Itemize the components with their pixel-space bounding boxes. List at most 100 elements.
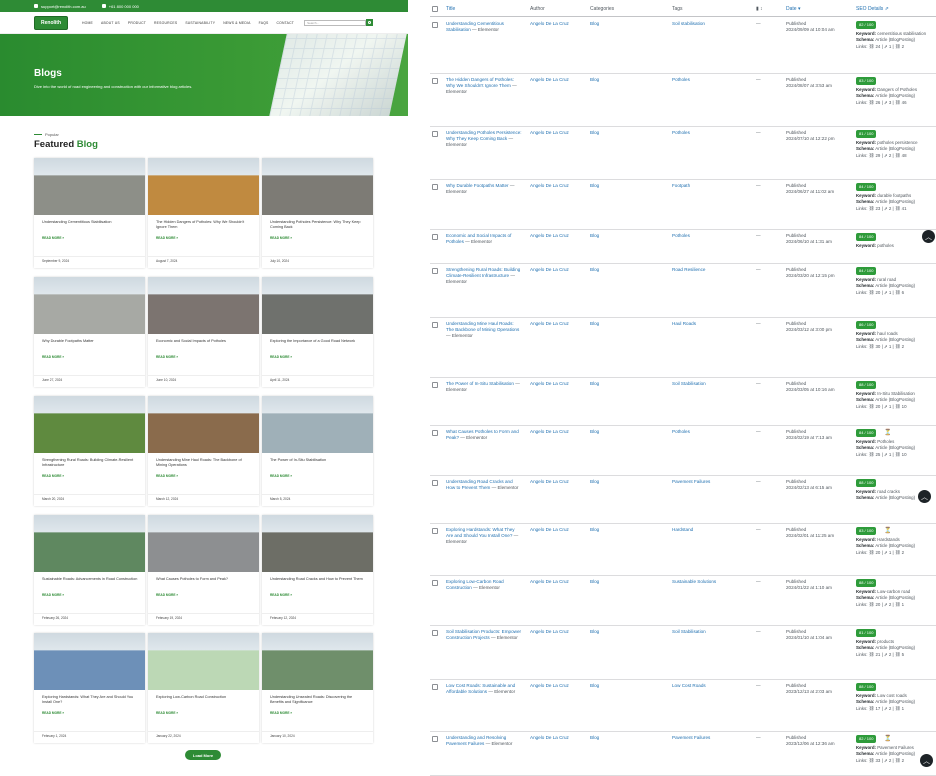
post-tag[interactable]: Pavement Failures [672, 735, 710, 740]
post-title[interactable]: Economic and Social Impacts of Potholes … [446, 233, 522, 245]
post-title[interactable]: Low Cost Roads: Sustainable and Affordab… [446, 683, 522, 695]
post-title[interactable]: Soil Stabilisation Products: Empower Con… [446, 629, 522, 641]
blog-card-image[interactable] [262, 277, 373, 334]
blog-card[interactable]: Understanding Unsealed Roads: Discoverin… [262, 633, 373, 743]
nav-item[interactable]: HOME [82, 21, 93, 25]
post-category[interactable]: Blog [590, 130, 599, 135]
row-checkbox[interactable] [432, 736, 438, 742]
read-more-link[interactable]: READ MORE » [270, 236, 292, 240]
post-author[interactable]: Angelo De La Cruz [530, 21, 569, 26]
blog-card[interactable]: Exploring Low-Carbon Road Construction RE… [148, 633, 259, 743]
seo-score-badge[interactable]: 83 / 100 [856, 527, 877, 535]
select-all-checkbox[interactable] [432, 6, 438, 12]
post-author[interactable]: Angelo De La Cruz [530, 130, 569, 135]
post-title-link[interactable]: Why Durable Footpaths Matter [446, 183, 509, 188]
blog-card-title[interactable]: What Causes Potholes to Form and Peak? [156, 577, 252, 582]
post-title[interactable]: Why Durable Footpaths Matter — Elementor [446, 183, 522, 195]
blog-card-image[interactable] [148, 515, 259, 572]
post-author[interactable]: Angelo De La Cruz [530, 267, 569, 272]
blog-card[interactable]: What Causes Potholes to Form and Peak? RE… [148, 515, 259, 625]
seo-score-badge[interactable]: 83 / 100 [856, 77, 877, 85]
post-tag[interactable]: Potholes [672, 429, 690, 434]
row-checkbox[interactable] [432, 430, 438, 436]
blog-card[interactable]: Exploring Hardstands: What They Are and … [34, 633, 145, 743]
load-more-button[interactable]: Load More [185, 750, 221, 760]
blog-card-image[interactable] [148, 158, 259, 215]
post-category[interactable]: Blog [590, 683, 599, 688]
blog-card-image[interactable] [262, 396, 373, 453]
post-category[interactable]: Blog [590, 629, 599, 634]
scroll-up-button[interactable]: ︿ [920, 754, 933, 767]
post-author[interactable]: Angelo De La Cruz [530, 579, 569, 584]
seo-score-badge[interactable]: 81 / 100 [856, 130, 877, 138]
search-input[interactable]: Search... [304, 19, 367, 26]
post-title[interactable]: Exploring Low-Carbon Road Construction —… [446, 579, 522, 591]
seo-score-badge[interactable]: 84 / 100 [856, 233, 877, 241]
post-author[interactable]: Angelo De La Cruz [530, 479, 569, 484]
scroll-up-button[interactable]: ︿ [922, 230, 935, 243]
blog-card-image[interactable] [148, 277, 259, 334]
post-tag[interactable]: Hardstand [672, 527, 693, 532]
post-tag[interactable]: Soil Stabilisation [672, 381, 706, 386]
post-category[interactable]: Blog [590, 479, 599, 484]
post-tag[interactable]: Sustainable Solutions [672, 579, 716, 584]
post-category[interactable]: Blog [590, 267, 599, 272]
blog-card-title[interactable]: Understanding Mine Haul Roads: The Backb… [156, 458, 252, 468]
blog-card-image[interactable] [34, 515, 145, 572]
read-more-link[interactable]: READ MORE » [42, 711, 64, 715]
post-title[interactable]: Strengthening Rural Roads: Building Clim… [446, 267, 522, 286]
post-category[interactable]: Blog [590, 381, 599, 386]
blog-card[interactable]: Understanding Cementitious Stabilisation… [34, 158, 145, 268]
post-title[interactable]: The Power of In-Situ Stabilisation — Ele… [446, 381, 522, 393]
nav-item[interactable]: FAQS [259, 21, 269, 25]
read-more-link[interactable]: READ MORE » [270, 593, 292, 597]
read-more-link[interactable]: READ MORE » [42, 474, 64, 478]
nav-item[interactable]: SUSTAINABILITY [185, 21, 215, 25]
post-author[interactable]: Angelo De La Cruz [530, 735, 569, 740]
post-category[interactable]: Blog [590, 321, 599, 326]
blog-card-title[interactable]: Economic and Social Impacts of Potholes [156, 339, 252, 344]
read-more-link[interactable]: READ MORE » [156, 711, 178, 715]
post-title[interactable]: What Causes Potholes to Form and Peak? —… [446, 429, 522, 441]
read-more-link[interactable]: READ MORE » [156, 593, 178, 597]
post-category[interactable]: Blog [590, 527, 599, 532]
post-category[interactable]: Blog [590, 735, 599, 740]
blog-card[interactable]: The Hidden Dangers of Potholes: Why We S… [148, 158, 259, 268]
post-title[interactable]: Understanding and Resolving Pavement Fai… [446, 735, 522, 747]
nav-item[interactable]: PRODUCT [128, 21, 146, 25]
seo-score-badge[interactable]: 86 / 100 [856, 321, 877, 329]
blog-card[interactable]: Strengthening Rural Roads: Building Clim… [34, 396, 145, 506]
post-category[interactable]: Blog [590, 21, 599, 26]
post-author[interactable]: Angelo De La Cruz [530, 683, 569, 688]
blog-card-image[interactable] [148, 396, 259, 453]
col-date[interactable]: Date ▾ [786, 6, 800, 12]
col-comments[interactable]: ▮ ↕ [756, 6, 763, 12]
post-author[interactable]: Angelo De La Cruz [530, 233, 569, 238]
row-checkbox[interactable] [432, 528, 438, 534]
row-checkbox[interactable] [432, 78, 438, 84]
blog-card[interactable]: Sustainable Roads: Advancements in Road … [34, 515, 145, 625]
post-tag[interactable]: Potholes [672, 77, 690, 82]
blog-card-title[interactable]: Strengthening Rural Roads: Building Clim… [42, 458, 138, 468]
blog-card[interactable]: Exploring the Importance of a Good Road … [262, 277, 373, 387]
post-title-link[interactable]: The Hidden Dangers of Potholes: Why We S… [446, 77, 514, 88]
read-more-link[interactable]: READ MORE » [156, 355, 178, 359]
post-title-link[interactable]: The Power of In-Situ Stabilisation [446, 381, 514, 386]
seo-score-badge[interactable]: 88 / 100 [856, 479, 877, 487]
read-more-link[interactable]: READ MORE » [42, 593, 64, 597]
blog-card-title[interactable]: Why Durable Footpaths Matter [42, 339, 138, 344]
row-checkbox[interactable] [432, 22, 438, 28]
post-tag[interactable]: Potholes [672, 130, 690, 135]
blog-card[interactable]: Understanding Road Cracks and How to Pre… [262, 515, 373, 625]
row-checkbox[interactable] [432, 184, 438, 190]
post-title[interactable]: The Hidden Dangers of Potholes: Why We S… [446, 77, 522, 96]
blog-card-image[interactable] [148, 633, 259, 690]
post-author[interactable]: Angelo De La Cruz [530, 381, 569, 386]
site-logo[interactable]: Renolith [34, 15, 68, 30]
nav-item[interactable]: RESOURCES [154, 21, 177, 25]
seo-score-badge[interactable]: 88 / 100 [856, 579, 877, 587]
read-more-link[interactable]: READ MORE » [270, 711, 292, 715]
blog-card-image[interactable] [262, 158, 373, 215]
post-title[interactable]: Understanding Mine Haul Roads: The Backb… [446, 321, 522, 340]
read-more-link[interactable]: READ MORE » [156, 474, 178, 478]
